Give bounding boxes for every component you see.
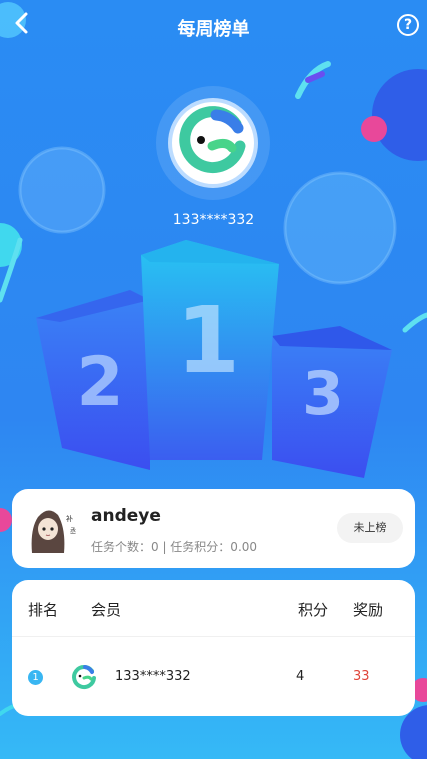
rank-2-number: 2 bbox=[76, 343, 123, 422]
my-rank-card: 补 丞 andeye 任务个数：0 | 任务积分：0.00 未上榜 bbox=[12, 489, 415, 568]
task-stats: 任务个数：0 | 任务积分：0.00 bbox=[91, 540, 258, 554]
rank-3-number: 3 bbox=[302, 359, 344, 429]
username: andeye bbox=[91, 506, 161, 526]
podium: 2 1 3 bbox=[36, 240, 392, 478]
leaderboard-table: 排名 会员 积分 奖励 1 133****332 4 33 bbox=[12, 580, 415, 716]
svg-text:丞: 丞 bbox=[70, 527, 76, 535]
rank-1-number: 1 bbox=[176, 287, 240, 394]
rank-badge: 1 bbox=[28, 670, 43, 685]
member-points: 4 bbox=[296, 669, 305, 684]
column-header-member: 会员 bbox=[91, 601, 122, 619]
column-header-rank: 排名 bbox=[28, 601, 59, 619]
member-name: 133****332 bbox=[115, 669, 191, 684]
column-header-reward: 奖励 bbox=[353, 601, 384, 619]
user-avatar: 补 丞 bbox=[31, 510, 76, 553]
rank-status-button[interactable]: 未上榜 bbox=[337, 513, 403, 543]
member-reward: 33 bbox=[353, 669, 370, 684]
svg-text:补: 补 bbox=[66, 514, 73, 523]
member-avatar-logo-icon bbox=[72, 665, 96, 690]
column-header-points: 积分 bbox=[298, 601, 329, 619]
header-divider bbox=[12, 636, 415, 637]
